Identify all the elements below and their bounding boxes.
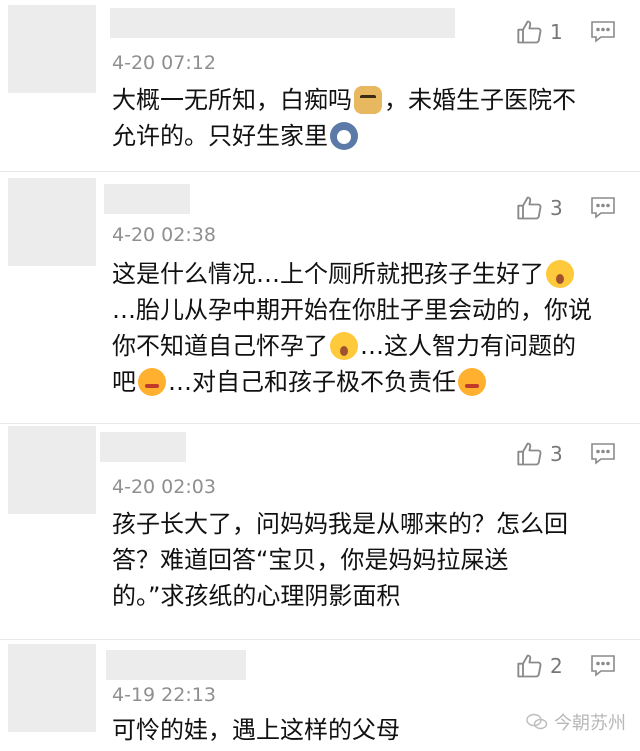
comment-line: 这是什么情况…上个厕所就把孩子生好了 bbox=[112, 256, 622, 292]
comment-bubble-icon bbox=[591, 443, 615, 465]
like-button[interactable]: 3 bbox=[516, 194, 576, 226]
comment-line: 吧 …对自己和孩子极不负责任 bbox=[112, 364, 622, 400]
comment-item: 1 4-20 07:12 大概一无所知，白痴吗 ，未婚生子医院不允许的。只好生家里 bbox=[0, 0, 640, 172]
comment-line: 孩子长大了，问妈妈我是从哪来的？怎么回 bbox=[112, 506, 622, 542]
comment-line: 的。”求孩纸的心理阴影面积 bbox=[112, 578, 622, 614]
comment-text: 孩子长大了，问妈妈我是从哪来的？怎么回 答？难道回答“宝贝，你是妈妈拉屎送 的。”求… bbox=[112, 506, 622, 614]
thumbs-up-icon bbox=[517, 442, 542, 466]
reply-button[interactable] bbox=[590, 654, 616, 682]
comment-timestamp: 4-20 02:38 bbox=[112, 224, 216, 246]
comment-text: 大概一无所知，白痴吗 ，未婚生子医院不允许的。只好生家里 bbox=[112, 82, 622, 154]
comment-text-run: 这是什么情况…上个厕所就把孩子生好了 bbox=[112, 260, 544, 288]
comment-text-run: ，未婚生子医院不 bbox=[384, 86, 576, 114]
comment-item: 3 4-20 02:38 这是什么情况…上个厕所就把孩子生好了 …胎儿从孕中期开始… bbox=[0, 172, 640, 424]
comment-text-run: 的。”求孩纸的心理阴影面积 bbox=[112, 582, 401, 610]
comment-item: 3 4-20 02:03 孩子长大了，问妈妈我是从哪来的？怎么回 答？难道回答“宝… bbox=[0, 424, 640, 640]
comment-text-run: 允许的。只好生家里 bbox=[112, 122, 328, 150]
angry-face-icon bbox=[138, 368, 166, 396]
like-button[interactable]: 1 bbox=[516, 18, 576, 50]
avatar[interactable] bbox=[8, 5, 96, 93]
shocked-face-icon bbox=[330, 332, 358, 360]
comment-actions: 1 bbox=[516, 18, 626, 50]
comment-line: 答？难道回答“宝贝，你是妈妈拉屎送 bbox=[112, 542, 622, 578]
comment-bubble-icon bbox=[591, 21, 615, 43]
comment-text-run: 大概一无所知，白痴吗 bbox=[112, 86, 352, 114]
avatar[interactable] bbox=[8, 644, 96, 732]
comment-timestamp: 4-19 22:13 bbox=[112, 684, 216, 706]
comment-bubble-icon bbox=[591, 655, 615, 677]
comment-line: 你不知道自己怀孕了 …这人智力有问题的 bbox=[112, 328, 622, 364]
angry-face-icon bbox=[458, 368, 486, 396]
comment-line: 允许的。只好生家里 bbox=[112, 118, 622, 154]
username[interactable] bbox=[100, 432, 186, 462]
comment-text-run: …这人智力有问题的 bbox=[360, 332, 576, 360]
comment-actions: 3 bbox=[516, 440, 626, 472]
comment-text-run: 可怜的娃，遇上这样的父母 bbox=[112, 716, 400, 744]
comment-bubble-icon bbox=[591, 197, 615, 219]
comment-timestamp: 4-20 07:12 bbox=[112, 52, 216, 74]
comment-text-run: …胎儿从孕中期开始在你肚子里会动的，你说 bbox=[112, 296, 592, 324]
husky-icon bbox=[330, 122, 358, 150]
watermark: 今朝苏州 bbox=[526, 709, 626, 735]
reply-button[interactable] bbox=[590, 20, 616, 48]
username[interactable] bbox=[104, 184, 190, 214]
username[interactable] bbox=[110, 8, 455, 38]
thumbs-up-icon bbox=[517, 20, 542, 44]
reply-button[interactable] bbox=[590, 442, 616, 470]
comment-line: …胎儿从孕中期开始在你肚子里会动的，你说 bbox=[112, 292, 622, 328]
username[interactable] bbox=[106, 650, 246, 680]
watermark-text: 今朝苏州 bbox=[554, 713, 626, 734]
comment-actions: 2 bbox=[516, 652, 626, 684]
comment-text-run: 吧 bbox=[112, 368, 136, 396]
reply-button[interactable] bbox=[590, 196, 616, 224]
comment-line: 大概一无所知，白痴吗 ，未婚生子医院不 bbox=[112, 82, 622, 118]
comment-text: 这是什么情况…上个厕所就把孩子生好了 …胎儿从孕中期开始在你肚子里会动的，你说 你不… bbox=[112, 256, 622, 400]
comment-text-run: 孩子长大了，问妈妈我是从哪来的？怎么回 bbox=[112, 510, 568, 538]
comment-actions: 3 bbox=[516, 194, 626, 226]
wechat-icon bbox=[526, 713, 548, 730]
like-count: 3 bbox=[550, 442, 563, 466]
like-button[interactable]: 2 bbox=[516, 652, 576, 684]
comment-timestamp: 4-20 02:03 bbox=[112, 476, 216, 498]
doge-icon bbox=[354, 86, 382, 114]
shocked-face-icon bbox=[546, 260, 574, 288]
thumbs-up-icon bbox=[517, 196, 542, 220]
like-count: 1 bbox=[550, 20, 563, 44]
like-count: 3 bbox=[550, 196, 563, 220]
comment-text-run: 你不知道自己怀孕了 bbox=[112, 332, 328, 360]
like-button[interactable]: 3 bbox=[516, 440, 576, 472]
avatar[interactable] bbox=[8, 178, 96, 266]
comment-text-run: 答？难道回答“宝贝，你是妈妈拉屎送 bbox=[112, 546, 509, 574]
comment-list: 1 4-20 07:12 大概一无所知，白痴吗 ，未婚生子医院不允许的。只好生家里… bbox=[0, 0, 640, 751]
avatar[interactable] bbox=[8, 426, 96, 514]
like-count: 2 bbox=[550, 654, 563, 678]
comment-text-run: …对自己和孩子极不负责任 bbox=[168, 368, 456, 396]
thumbs-up-icon bbox=[517, 654, 542, 678]
